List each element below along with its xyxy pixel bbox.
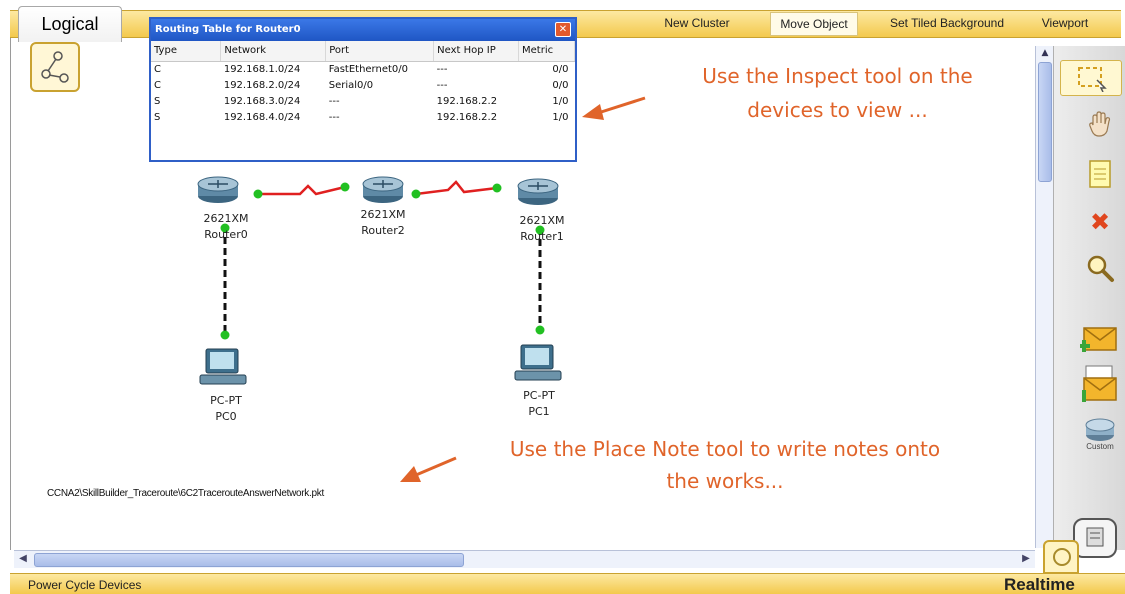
- route-next-hop: 192.168.2.2: [436, 95, 498, 107]
- column-header[interactable]: Port: [325, 41, 435, 62]
- router2-model-label: 2621XM: [360, 208, 406, 221]
- route-port: ---: [328, 95, 340, 107]
- router0-name-label: Router0: [204, 228, 248, 241]
- packet-tracer-window: Logical New Cluster Move Object Set Tile…: [0, 0, 1125, 594]
- inspect-magnifier-icon[interactable]: [1080, 250, 1120, 286]
- serial-link-router0-router2: [258, 184, 346, 196]
- select-icon[interactable]: [1060, 60, 1122, 96]
- port-light: [340, 182, 350, 192]
- route-network: 192.168.1.0/24: [223, 63, 301, 75]
- inspect-arrow: [582, 96, 646, 120]
- note-icon[interactable]: [1080, 156, 1120, 192]
- route-metric: 0/0: [552, 63, 569, 75]
- router0-model-label: 2621XM: [203, 212, 249, 225]
- horizontal-scrollbar[interactable]: ◀ ▶: [14, 550, 1035, 568]
- inspect-note-line2: devices to view ...: [747, 98, 928, 122]
- place-note-arrow: [400, 456, 457, 482]
- pc1-model-label: PC-PT: [523, 389, 555, 402]
- vertical-scrollbar[interactable]: ▲: [1035, 46, 1053, 548]
- route-metric: 0/0: [552, 79, 569, 91]
- route-metric: 1/0: [552, 95, 569, 107]
- delete-icon[interactable]: ✖: [1080, 204, 1120, 240]
- logical-workspace-tab[interactable]: Logical: [18, 6, 122, 42]
- pc0-name-label: PC0: [215, 410, 237, 423]
- add-complex-pdu-icon[interactable]: [1080, 365, 1120, 402]
- realtime-clock-icon[interactable]: [1043, 540, 1079, 574]
- routing-table-title: Routing Table for Router0: [155, 24, 301, 35]
- place-note-line2: the works...: [666, 469, 784, 493]
- table-row: C 192.168.2.0/24 Serial0/0 --- 0/0: [151, 77, 575, 93]
- realtime-mode-label[interactable]: Realtime: [1004, 575, 1075, 594]
- router1-model-label: 2621XM: [519, 214, 565, 227]
- column-header[interactable]: Metric: [518, 41, 575, 62]
- power-cycle-devices-button[interactable]: Power Cycle Devices: [28, 578, 141, 592]
- route-port: ---: [328, 111, 340, 123]
- router1-icon: [517, 178, 559, 205]
- scroll-left-icon[interactable]: ◀: [16, 551, 30, 567]
- port-light: [492, 183, 502, 193]
- route-network: 192.168.3.0/24: [223, 95, 301, 107]
- port-light: [411, 189, 421, 199]
- router2-icon: [362, 176, 404, 203]
- route-next-hop: ---: [436, 79, 448, 91]
- pc0-icon: [199, 348, 247, 385]
- table-row: S 192.168.3.0/24 --- 192.168.2.2 1/0: [151, 93, 575, 109]
- routing-table-title-bar[interactable]: Routing Table for Router0 ✕: [151, 19, 575, 41]
- logical-view-icon[interactable]: [30, 42, 80, 92]
- move-hand-icon[interactable]: [1080, 106, 1120, 142]
- port-light: [535, 325, 545, 335]
- router2-name-label: Router2: [361, 224, 405, 237]
- inspect-note-line1: Use the Inspect tool on the: [702, 64, 973, 88]
- route-type: S: [154, 111, 161, 123]
- router1-name-label: Router1: [520, 230, 564, 243]
- pc1-icon: [514, 344, 562, 381]
- routing-table: Type Network Port Next Hop IP Metric C 1…: [151, 41, 575, 125]
- column-header[interactable]: Network: [220, 41, 327, 62]
- place-note-line1: Use the Place Note tool to write notes o…: [509, 437, 941, 461]
- column-header[interactable]: Type: [151, 41, 222, 62]
- route-port: FastEthernet0/0: [328, 63, 408, 75]
- vertical-scroll-thumb[interactable]: [1038, 62, 1052, 182]
- routing-table-window[interactable]: Routing Table for Router0 ✕ Type Network…: [149, 17, 577, 162]
- route-next-hop: ---: [436, 63, 448, 75]
- route-network: 192.168.2.0/24: [223, 79, 301, 91]
- pc0-model-label: PC-PT: [210, 394, 242, 407]
- route-type: C: [154, 63, 161, 75]
- pc1-name-label: PC1: [528, 405, 550, 418]
- serial-link-router2-router1: [415, 180, 498, 196]
- scroll-right-icon[interactable]: ▶: [1019, 551, 1033, 567]
- custom-label: Custom: [1086, 442, 1114, 451]
- scroll-up-icon[interactable]: ▲: [1038, 46, 1052, 60]
- router0-icon: [197, 176, 239, 203]
- route-network: 192.168.4.0/24: [223, 111, 301, 123]
- horizontal-scroll-thumb[interactable]: [34, 553, 464, 567]
- port-light: [220, 330, 230, 340]
- port-light: [253, 189, 263, 199]
- column-header[interactable]: Next Hop IP: [433, 41, 520, 62]
- close-icon[interactable]: ✕: [555, 22, 571, 37]
- simulation-toggle-button[interactable]: [1073, 518, 1117, 558]
- route-port: Serial0/0: [328, 79, 374, 91]
- add-simple-pdu-icon[interactable]: [1080, 320, 1120, 356]
- file-path-note: CCNA2\SkillBuilder_Traceroute\6C2Tracero…: [47, 488, 324, 499]
- route-type: S: [154, 95, 161, 107]
- route-metric: 1/0: [552, 111, 569, 123]
- table-row: C 192.168.1.0/24 FastEthernet0/0 --- 0/0: [151, 61, 575, 77]
- common-tools-bar: ✖ Custom: [1053, 46, 1125, 550]
- route-type: C: [154, 79, 161, 91]
- status-bar: Power Cycle Devices: [10, 573, 1125, 594]
- table-row: S 192.168.4.0/24 --- 192.168.2.2 1/0: [151, 109, 575, 125]
- route-next-hop: 192.168.2.2: [436, 111, 498, 123]
